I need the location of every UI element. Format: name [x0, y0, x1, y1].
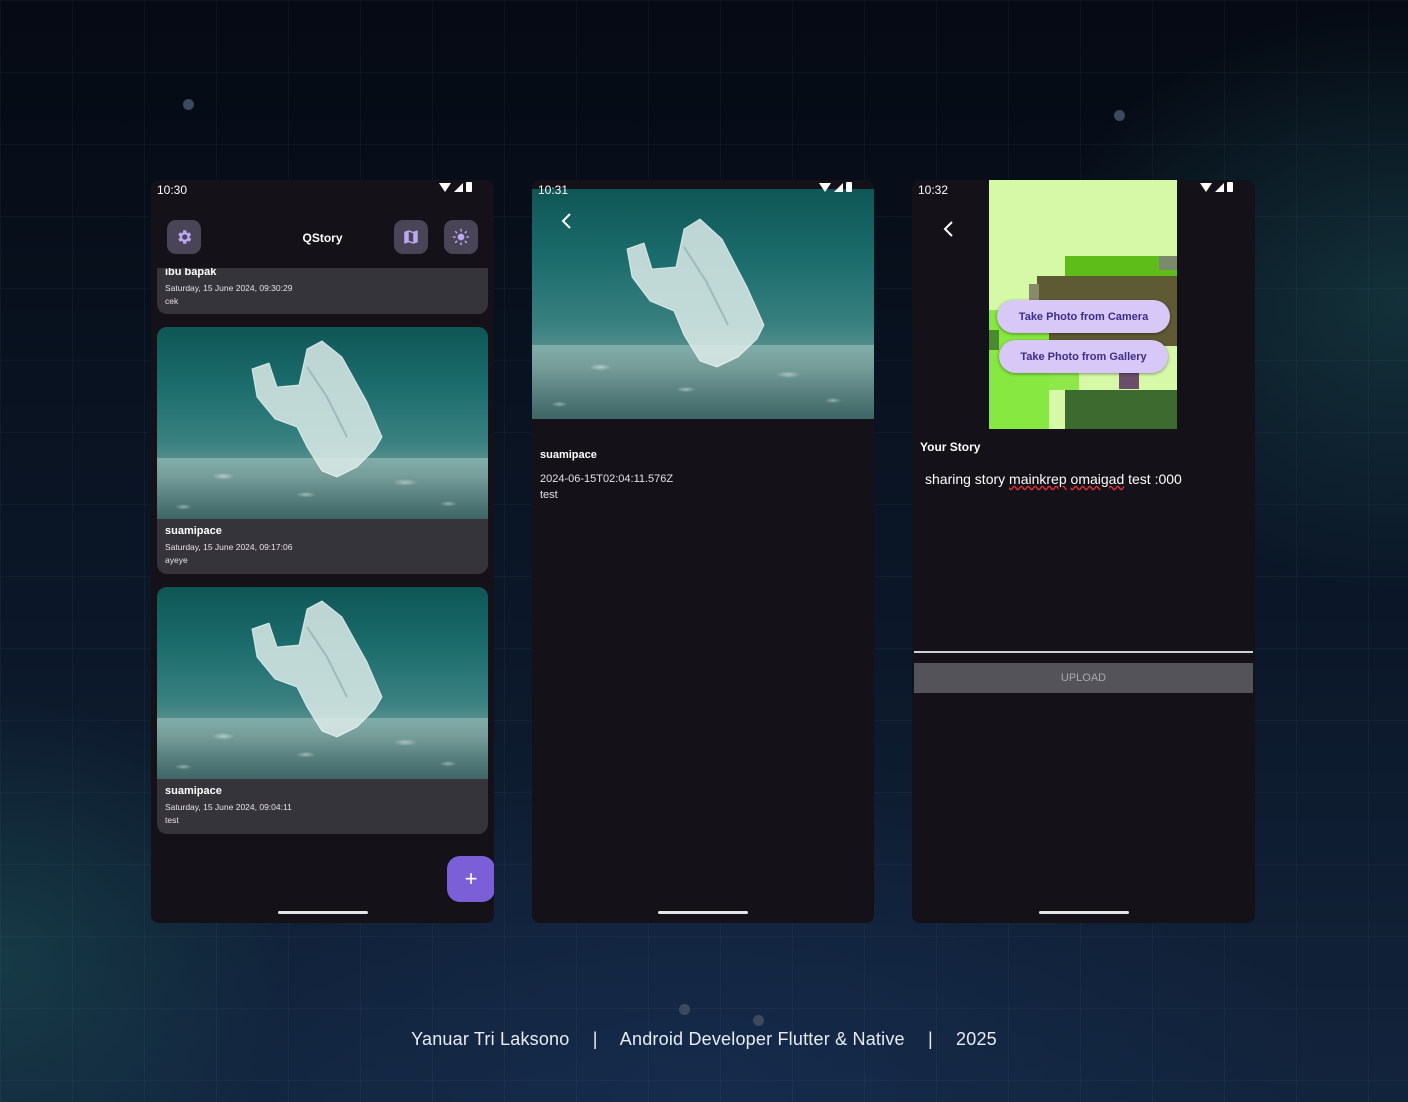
signal-icon [1215, 182, 1224, 192]
plus-icon: + [464, 866, 478, 891]
home-indicator [658, 911, 748, 914]
story-name: suamipace [540, 449, 597, 461]
gallery-button-label: Take Photo from Gallery [1020, 350, 1147, 363]
story-created-at: 2024-06-15T02:04:11.576Z [540, 473, 674, 485]
image-preview: Take Photo from Camera Take Photo from G… [989, 180, 1177, 429]
wifi-icon [1200, 182, 1212, 192]
story-name: suamipace [165, 785, 222, 797]
separator: | [927, 1029, 933, 1049]
story-description: test [165, 815, 179, 825]
status-bar: 10:32 [912, 180, 1255, 198]
footer-credits: Yanuar Tri Laksono | Android Developer F… [0, 1029, 1408, 1050]
plastic-bag-image [251, 600, 383, 738]
back-button[interactable] [558, 211, 576, 236]
battery-icon [846, 182, 852, 192]
wifi-icon [819, 182, 831, 192]
decor-dot [753, 1015, 764, 1026]
take-photo-gallery-button[interactable]: Take Photo from Gallery [999, 340, 1168, 373]
author-role: Android Developer Flutter & Native [619, 1029, 905, 1049]
status-time: 10:31 [538, 183, 569, 197]
signal-icon [454, 182, 463, 192]
back-arrow-icon [943, 221, 953, 237]
story-name: suamipace [165, 525, 222, 537]
decor-dot [183, 99, 194, 110]
home-indicator [1038, 911, 1129, 914]
theme-toggle-button[interactable] [444, 220, 478, 254]
map-button[interactable] [394, 220, 428, 254]
status-time: 10:30 [157, 183, 188, 197]
separator: | [592, 1029, 598, 1049]
story-description: test [540, 489, 558, 501]
app-title: QStory [302, 231, 343, 245]
plastic-bag-image [251, 340, 383, 478]
back-arrow-icon [561, 213, 571, 229]
upload-button[interactable]: UPLOAD [914, 663, 1253, 693]
theme-toggle-icon [452, 228, 470, 246]
story-input[interactable]: sharing story mainkrep omaigad test :000 [914, 459, 1253, 653]
story-input-text: sharing story mainkrep omaigad test :000 [925, 471, 1182, 487]
decor-dot [679, 1004, 690, 1015]
phone-story-detail: 10:31 suamipace 2024-06-15T02:04:11.576Z… [532, 180, 874, 923]
phone-story-list: 10:30 QStory ibu bapak Saturday, 15 June… [151, 180, 494, 923]
take-photo-camera-button[interactable]: Take Photo from Camera [997, 300, 1170, 333]
add-story-button[interactable]: + [447, 856, 494, 902]
author-name: Yanuar Tri Laksono [411, 1029, 570, 1049]
battery-icon [1227, 182, 1233, 192]
story-date: Saturday, 15 June 2024, 09:17:06 [165, 542, 293, 552]
wifi-icon [439, 182, 451, 192]
phone-add-story: Take Photo from Camera Take Photo from G… [912, 180, 1255, 923]
signal-icon [834, 182, 843, 192]
plastic-bag-image [626, 218, 765, 368]
story-date: Saturday, 15 June 2024, 09:30:29 [165, 283, 293, 293]
story-photo [532, 189, 874, 419]
battery-icon [466, 182, 472, 192]
back-button[interactable] [940, 219, 958, 244]
story-date: Saturday, 15 June 2024, 09:04:11 [165, 802, 292, 812]
story-photo [157, 587, 488, 779]
year: 2025 [956, 1029, 997, 1049]
upload-button-label: UPLOAD [1060, 672, 1107, 684]
camera-button-label: Take Photo from Camera [1018, 310, 1149, 323]
story-card[interactable]: suamipace Saturday, 15 June 2024, 09:04:… [157, 587, 488, 834]
story-card[interactable]: suamipace Saturday, 15 June 2024, 09:17:… [157, 327, 488, 574]
status-bar: 10:31 [532, 180, 874, 198]
decor-dot [1114, 110, 1125, 121]
status-bar: 10:30 [151, 180, 494, 198]
map-icon [404, 230, 418, 244]
status-time: 10:32 [918, 183, 949, 197]
story-description: ayeye [165, 555, 188, 565]
story-photo [157, 327, 488, 519]
home-indicator [277, 911, 368, 914]
story-label: Your Story [920, 440, 981, 454]
story-description: cek [165, 296, 179, 306]
app-bar: QStory [151, 198, 494, 268]
